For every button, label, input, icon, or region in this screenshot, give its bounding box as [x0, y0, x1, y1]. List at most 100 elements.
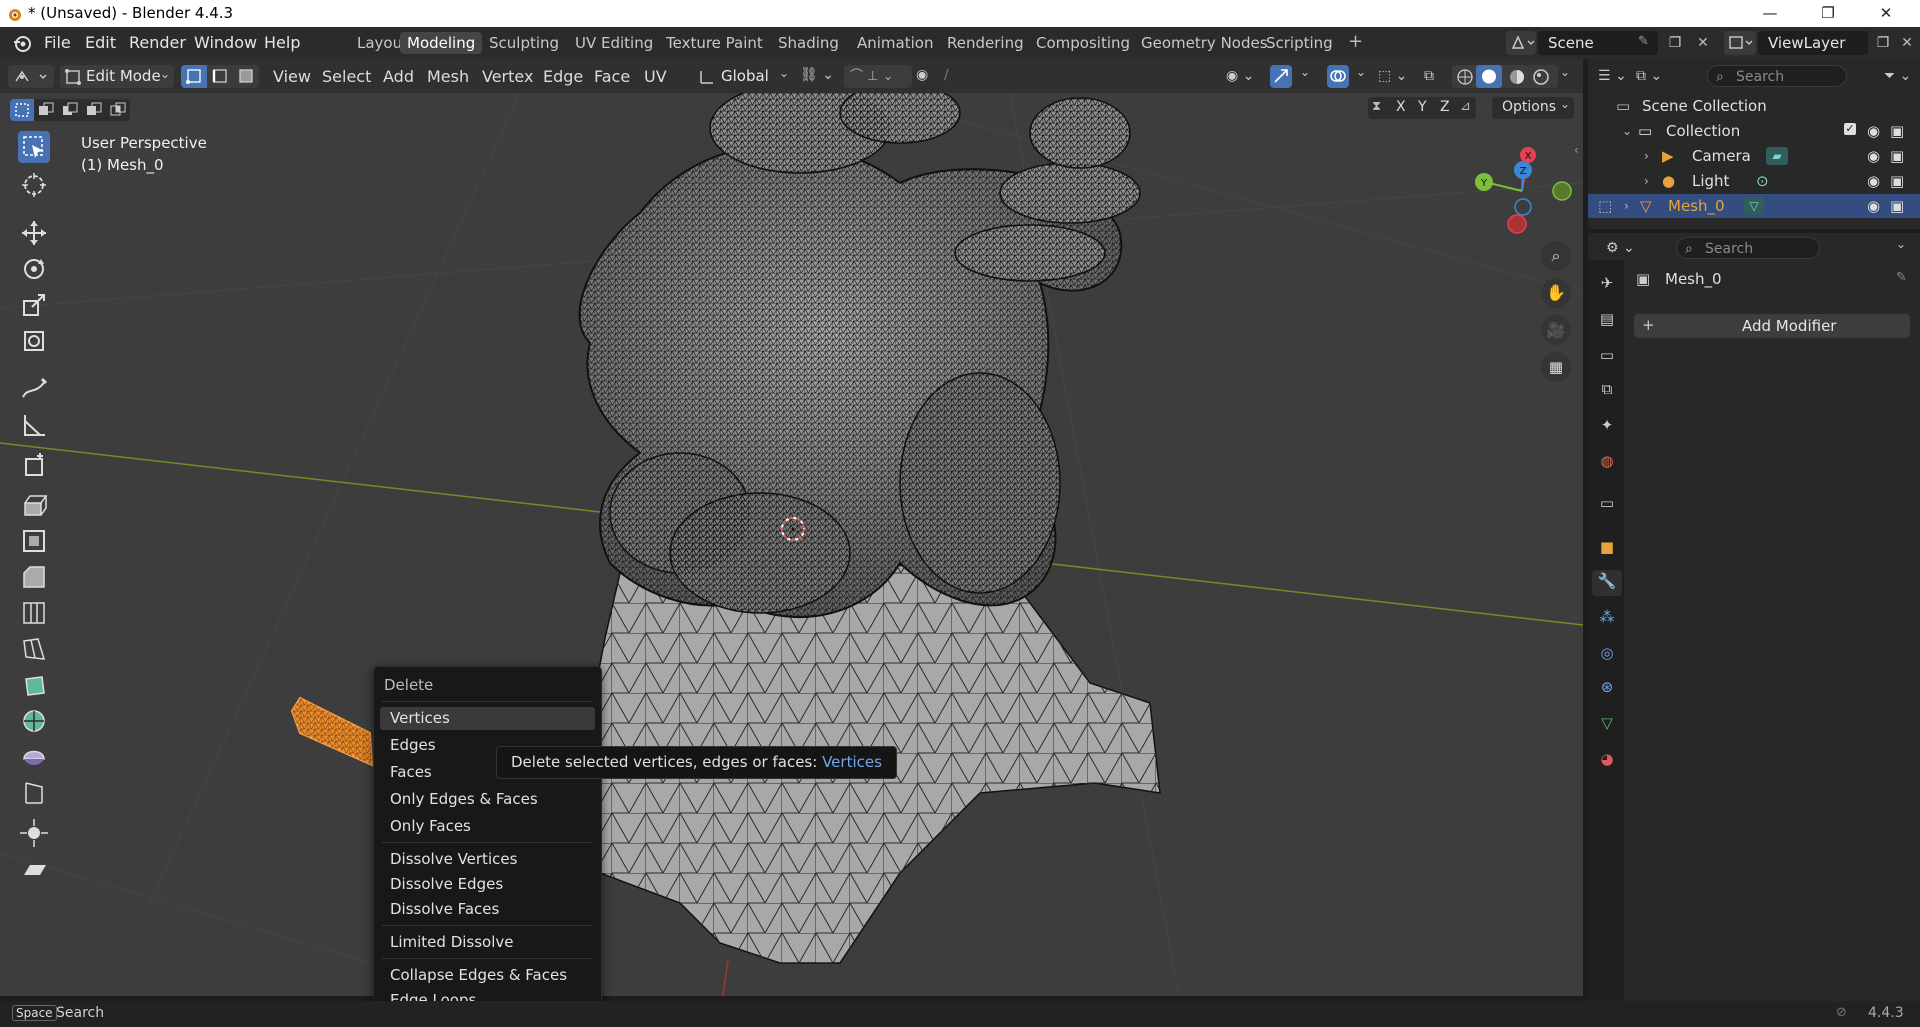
bevel-tool-icon[interactable] — [18, 561, 50, 593]
measure-tool-icon[interactable] — [18, 409, 50, 441]
menu-view[interactable]: View — [273, 67, 311, 86]
visibility-icon[interactable]: ◉ ⌄ — [1226, 65, 1262, 88]
menu-add[interactable]: Add — [383, 67, 414, 86]
mode-dropdown[interactable]: Edit Mode ⌄ — [60, 65, 174, 88]
world-tab-icon[interactable]: ◍ — [1596, 450, 1618, 472]
chevron-down-icon[interactable]: ⌄ — [1622, 119, 1632, 143]
axis-y-toggle[interactable]: Y — [1418, 99, 1427, 115]
chevron-right-icon[interactable]: › — [1644, 169, 1649, 193]
constraints-tab-icon[interactable]: ⊛ — [1596, 676, 1618, 698]
rotate-tool-icon[interactable] — [18, 253, 50, 285]
display-mode-icon[interactable]: ☰ ⌄ — [1598, 65, 1632, 87]
outliner-row-scene-collection[interactable]: ▭ Scene Collection — [1588, 94, 1920, 118]
3d-viewport[interactable]: User Perspective (1) Mesh_0 ⧗ X Y Z ⊿ Op… — [0, 93, 1583, 996]
inset-tool-icon[interactable] — [18, 525, 50, 557]
scene-field[interactable]: Scene ✎ — [1538, 31, 1658, 55]
menu-select[interactable]: Select — [322, 67, 371, 86]
select-new-icon[interactable] — [10, 99, 34, 121]
pin-icon[interactable]: ✎ — [1638, 34, 1649, 49]
edge-select-icon[interactable] — [207, 65, 233, 88]
pivot-point-icon[interactable]: ⛓ ⌄ — [800, 67, 840, 87]
menu-item-only-edges-faces[interactable]: Only Edges & Faces — [380, 788, 595, 811]
smooth-tool-icon[interactable] — [18, 741, 50, 773]
delete-scene-icon[interactable]: ✕ — [1692, 32, 1714, 54]
poly-build-tool-icon[interactable] — [18, 669, 50, 701]
camera-data-icon[interactable]: ▰ — [1766, 147, 1788, 165]
solid-shading-icon[interactable] — [1476, 65, 1502, 88]
outliner-row-light[interactable]: › ● Light ⊙ ◉ ▣ — [1588, 169, 1920, 193]
eye-icon[interactable]: ◉ — [1867, 144, 1880, 168]
chevron-down-icon[interactable]: ⌄ — [1896, 237, 1906, 251]
topology-mirror-icon[interactable]: ⊿ — [1460, 99, 1471, 114]
tool-tab-icon[interactable]: ✈ — [1596, 272, 1618, 294]
select-extend-icon[interactable] — [34, 99, 58, 121]
blender-menu-icon[interactable] — [12, 34, 32, 52]
add-cube-tool-icon[interactable] — [18, 449, 50, 481]
material-tab-icon[interactable]: ◕ — [1596, 748, 1618, 770]
light-data-icon[interactable]: ⊙ — [1756, 169, 1769, 193]
camera-render-icon[interactable]: ▣ — [1890, 144, 1904, 168]
view-layer-tab-icon[interactable]: ⧉ — [1596, 378, 1618, 400]
collection-tab-icon[interactable]: ▭ — [1596, 492, 1618, 514]
vertex-select-icon[interactable] — [181, 65, 207, 88]
falloff-icon[interactable]: ∕ — [944, 67, 964, 87]
shear-tool-icon[interactable] — [18, 853, 50, 885]
menu-file[interactable]: File — [44, 33, 71, 52]
menu-vertex[interactable]: Vertex — [482, 67, 533, 86]
tab-compositing[interactable]: Compositing — [1029, 32, 1137, 54]
xray-toggle-icon[interactable]: ⧉ — [1424, 65, 1446, 88]
menu-item-only-faces[interactable]: Only Faces — [380, 815, 595, 838]
scene-tab-icon[interactable]: ✦ — [1596, 414, 1618, 436]
particles-tab-icon[interactable]: ⁂ — [1596, 606, 1618, 628]
outliner-row-camera[interactable]: › ▶ Camera ▰ ◉ ▣ — [1588, 144, 1920, 168]
add-modifier-button[interactable]: + Add Modifier — [1634, 314, 1910, 338]
chevron-right-icon[interactable]: › — [1644, 144, 1649, 168]
modifiers-tab-icon[interactable]: 🔧 — [1592, 570, 1622, 596]
chevron-down-icon[interactable]: ⌄ — [1300, 65, 1310, 79]
menu-help[interactable]: Help — [264, 33, 300, 52]
menu-uv[interactable]: UV — [644, 67, 667, 86]
tab-geometry-nodes[interactable]: Geometry Nodes — [1134, 32, 1275, 54]
tab-rendering[interactable]: Rendering — [940, 32, 1031, 54]
menu-item-dissolve-edges[interactable]: Dissolve Edges — [380, 873, 595, 896]
view-layer-selector-icon[interactable] — [1724, 31, 1756, 55]
mesh-edit-overlays-icon[interactable]: ⬚ ⌄ — [1378, 65, 1414, 88]
chevron-down-icon[interactable]: ⌄ — [1356, 65, 1366, 79]
properties-editor-icon[interactable]: ⚙ ⌄ — [1606, 237, 1640, 259]
transform-orientation-dropdown[interactable]: Global ⌄ — [697, 65, 793, 88]
outliner-search-input[interactable]: ⌕ Search — [1707, 65, 1847, 87]
transform-tool-icon[interactable] — [18, 325, 50, 357]
select-difference-icon[interactable] — [82, 99, 106, 121]
mesh-data-icon[interactable]: ▽ — [1744, 197, 1764, 215]
navigation-gizmo[interactable]: X Z Y — [1466, 139, 1576, 239]
wireframe-shading-icon[interactable] — [1456, 68, 1474, 86]
tab-uv-editing[interactable]: UV Editing — [568, 32, 660, 54]
view-filter-icon[interactable]: ⧉ ⌄ — [1636, 65, 1670, 87]
close-window-button[interactable]: ✕ — [1858, 0, 1914, 27]
menu-item-limited-dissolve[interactable]: Limited Dissolve — [380, 931, 595, 954]
edit-mode-indicator-icon[interactable]: ⬚ — [1598, 194, 1612, 218]
object-tab-icon[interactable]: ■ — [1596, 536, 1618, 558]
eye-icon[interactable]: ◉ — [1867, 194, 1880, 218]
menu-item-vertices[interactable]: Vertices — [380, 707, 595, 730]
material-shading-icon[interactable] — [1508, 68, 1526, 86]
menu-mesh[interactable]: Mesh — [427, 67, 469, 86]
loop-cut-tool-icon[interactable] — [18, 597, 50, 629]
tab-scripting[interactable]: Scripting — [1259, 32, 1340, 54]
camera-render-icon[interactable]: ▣ — [1890, 119, 1904, 143]
snap-icon[interactable]: ⌒ ⊥ ⌄ — [844, 65, 912, 88]
face-select-icon[interactable] — [233, 65, 259, 88]
move-tool-icon[interactable] — [18, 217, 50, 249]
scale-tool-icon[interactable] — [18, 289, 50, 321]
chevron-right-icon[interactable]: › — [1624, 194, 1629, 218]
properties-search-input[interactable]: ⌕ Search — [1676, 237, 1820, 259]
menu-item-dissolve-vertices[interactable]: Dissolve Vertices — [380, 848, 595, 871]
menu-item-collapse-edges-faces[interactable]: Collapse Edges & Faces — [380, 964, 595, 987]
menu-window[interactable]: Window — [194, 33, 257, 52]
eye-icon[interactable]: ◉ — [1867, 119, 1880, 143]
rendered-shading-icon[interactable] — [1532, 68, 1550, 86]
camera-render-icon[interactable]: ▣ — [1890, 169, 1904, 193]
camera-render-icon[interactable]: ▣ — [1890, 194, 1904, 218]
proportional-edit-icon[interactable]: ◉ — [916, 67, 936, 87]
spin-tool-icon[interactable] — [18, 705, 50, 737]
